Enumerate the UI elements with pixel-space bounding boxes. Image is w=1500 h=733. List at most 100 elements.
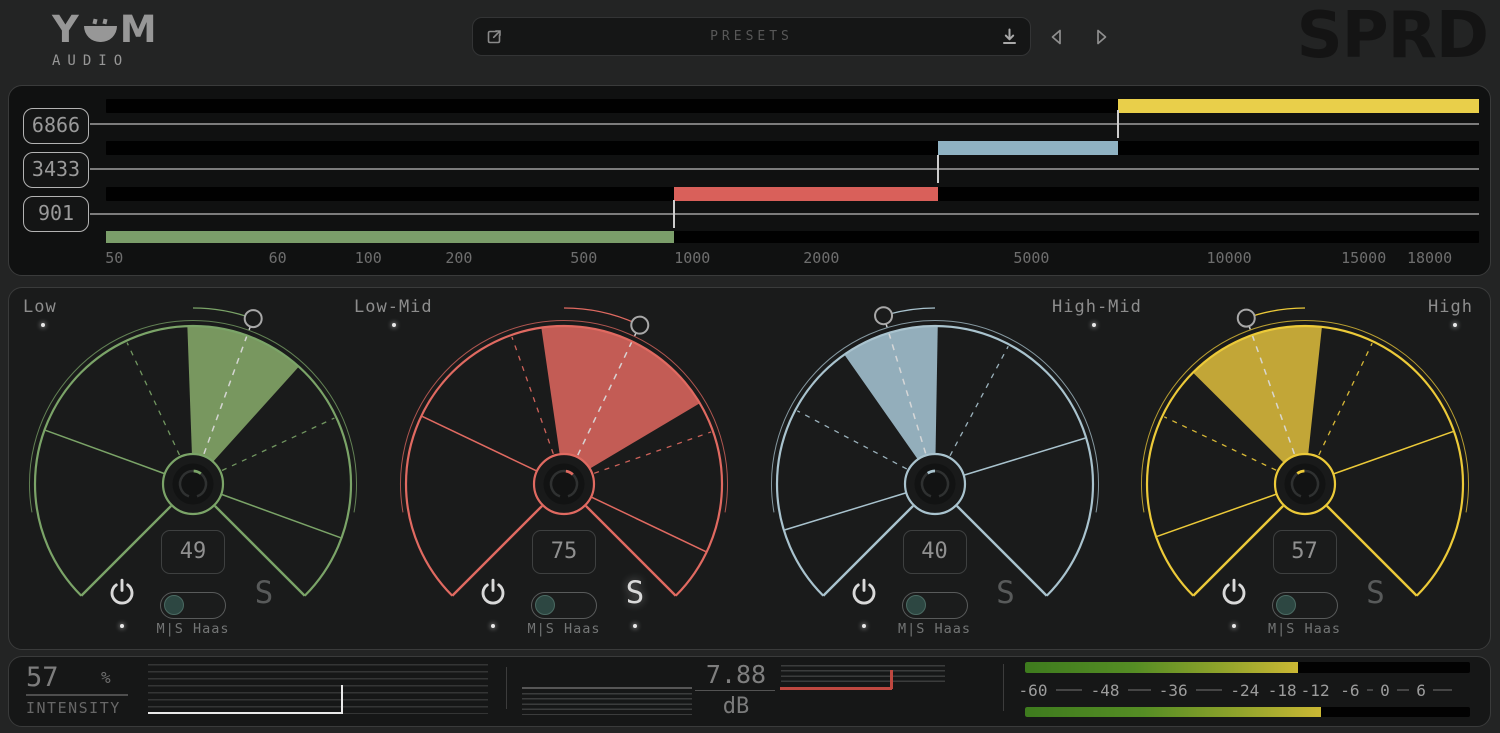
frequency-axis-tick-label: 200 (445, 249, 472, 267)
meter-scale-label: 6 (1416, 681, 1426, 700)
ms-haas-label: M|S Haas (1225, 621, 1385, 637)
spread-value-box[interactable]: 49 (161, 530, 225, 574)
tilt-handle[interactable] (631, 317, 648, 334)
footer-divider (506, 667, 507, 709)
spread-value-box[interactable]: 40 (903, 530, 967, 574)
load-preset-icon[interactable] (1001, 27, 1018, 46)
yum-wordmark: Y M (52, 10, 159, 50)
intensity-slider[interactable] (148, 664, 488, 714)
sprd-logo: SPRD (1297, 0, 1488, 72)
meter-scale-label: -48 (1091, 681, 1120, 700)
output-meter-left-fill (1025, 662, 1298, 673)
gain-left-track-baseline (522, 687, 692, 689)
band-power-button[interactable] (108, 577, 136, 606)
toggle-knob[interactable] (535, 595, 555, 615)
frequency-axis-tick-label: 18000 (1407, 249, 1452, 267)
bowl-icon (84, 26, 117, 42)
intensity-value: 57 (26, 662, 59, 693)
band-range-track-high-mid (106, 141, 1479, 155)
ms-haas-label: M|S Haas (113, 621, 273, 637)
yum-audio-logo: Y M AUDIO (52, 10, 159, 69)
solo-button[interactable]: S (605, 576, 665, 610)
frequency-axis-tick-label: 1000 (674, 249, 710, 267)
meter-scale-label: -18 (1268, 681, 1297, 700)
spread-guide-dashed-line (950, 346, 1008, 455)
crossover-frequency-box[interactable]: 3433 (23, 152, 89, 188)
band-unit-low: 49 S M|S Haas (3, 288, 383, 651)
band-range-segment-low-mid (674, 187, 938, 201)
frequency-axis-tick-label: 500 (570, 249, 597, 267)
ms-haas-toggle[interactable] (531, 592, 597, 619)
yum-audio-sub: AUDIO (52, 53, 159, 69)
frequency-axis-tick-label: 60 (269, 249, 287, 267)
crossover-tick-handle[interactable] (673, 200, 675, 228)
spread-value-box[interactable]: 57 (1273, 530, 1337, 574)
stereo-axis-line (45, 430, 164, 473)
spread-guide-dashed-line (127, 343, 179, 455)
ms-haas-toggle[interactable] (902, 592, 968, 619)
toggle-knob[interactable] (164, 595, 184, 615)
crossover-tick-handle[interactable] (937, 155, 939, 183)
preset-bar[interactable]: PRESETS (472, 17, 1031, 56)
intensity-unit: % (101, 668, 111, 687)
band-power-button[interactable] (1220, 577, 1248, 606)
meter-scale-dash (1196, 689, 1222, 691)
ms-haas-toggle[interactable] (160, 592, 226, 619)
intensity-slider-fill (148, 712, 342, 714)
solo-button[interactable]: S (1346, 576, 1406, 610)
output-meter-right (1025, 707, 1470, 718)
crossover-tick-handle[interactable] (1117, 110, 1119, 138)
crossover-frequency-box[interactable]: 6866 (23, 108, 89, 144)
spread-value-box[interactable]: 75 (532, 530, 596, 574)
gain-right-track[interactable] (781, 665, 945, 683)
gain-left-track[interactable] (522, 693, 692, 715)
band-range-segment-low (106, 231, 674, 243)
tilt-handle[interactable] (245, 310, 262, 327)
stereo-axis-line (1333, 432, 1453, 474)
band-power-button[interactable] (850, 577, 878, 606)
band-range-track-high (106, 99, 1479, 113)
intensity-slider-handle[interactable] (341, 685, 344, 714)
toggle-knob[interactable] (906, 595, 926, 615)
meter-scale-label: -12 (1301, 681, 1330, 700)
dial-knob[interactable] (544, 464, 585, 505)
meter-scale-label: -36 (1159, 681, 1188, 700)
footer-panel: 57%INTENSITY7.88dB-60-48-36-24-18-12-606 (8, 656, 1491, 727)
gain-unit-label: dB (691, 694, 781, 719)
dial-knob[interactable] (1284, 464, 1325, 505)
band-range-segment-high (1118, 99, 1479, 113)
export-preset-icon[interactable] (485, 28, 503, 46)
band-range-track-low (106, 231, 1479, 243)
meter-scale-label: -60 (1019, 681, 1048, 700)
gain-indicator-handle[interactable] (890, 670, 893, 689)
ms-haas-toggle[interactable] (1272, 592, 1338, 619)
meter-scale-dash (1367, 689, 1373, 691)
output-meter-left (1025, 662, 1470, 673)
band-range-segment-high-mid (938, 141, 1118, 155)
preset-name-label[interactable]: PRESETS (473, 29, 1030, 44)
dial-knob[interactable] (173, 464, 214, 505)
crossover-frequency-box[interactable]: 901 (23, 196, 89, 232)
next-preset-button[interactable] (1090, 26, 1112, 48)
band-power-button[interactable] (479, 577, 507, 606)
solo-button[interactable]: S (976, 576, 1036, 610)
toggle-knob[interactable] (1276, 595, 1296, 615)
ms-haas-label: M|S Haas (855, 621, 1015, 637)
frequency-axis-tick-label: 5000 (1013, 249, 1049, 267)
intensity-underline (26, 694, 128, 696)
meter-scale-label: -6 (1340, 681, 1359, 700)
previous-preset-button[interactable] (1046, 26, 1068, 48)
tilt-handle[interactable] (1237, 310, 1254, 327)
meter-scale-dash (1128, 689, 1151, 691)
spread-guide-dashed-line (1318, 343, 1371, 455)
solo-button[interactable]: S (234, 576, 294, 610)
stereo-axis-line (422, 416, 537, 471)
yum-letter-m: M (120, 10, 159, 50)
frequency-axis-tick-label: 2000 (803, 249, 839, 267)
frequency-axis-tick-label: 10000 (1207, 249, 1252, 267)
tilt-handle[interactable] (875, 307, 892, 324)
band-unit-high: 57 S M|S Haas (1115, 288, 1495, 651)
intensity-label: INTENSITY (26, 699, 121, 717)
footer-divider (1003, 664, 1004, 711)
output-meter-right-fill (1025, 707, 1321, 718)
